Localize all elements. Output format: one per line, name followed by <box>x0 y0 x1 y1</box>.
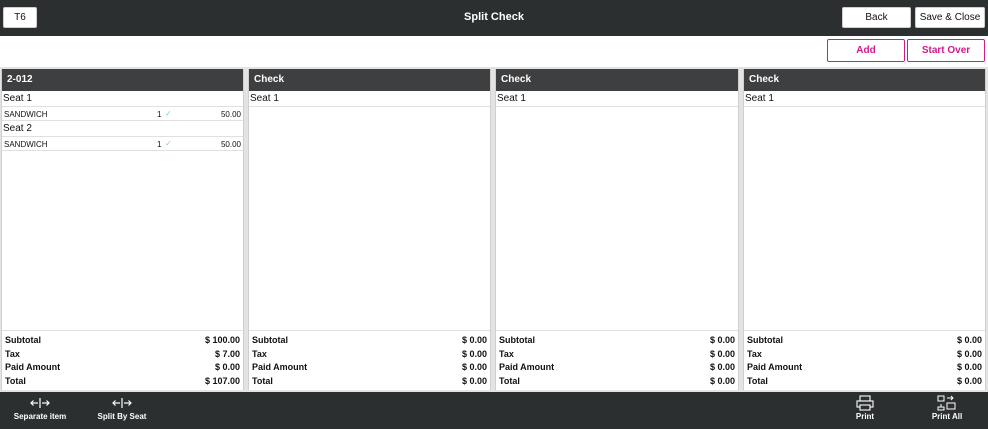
subtotal-row: Subtotal $ 0.00 <box>744 334 985 348</box>
total-row: Total $ 0.00 <box>249 375 490 389</box>
print-all-icon <box>937 394 957 411</box>
item-name: SANDWICH <box>4 140 48 149</box>
list-item[interactable]: SANDWICH 1 ✓ 50.00 <box>2 137 243 151</box>
paid-amount-row: Paid Amount $ 0.00 <box>2 361 243 375</box>
total-value: $ 0.00 <box>956 375 982 386</box>
print-button[interactable]: Print <box>845 394 885 427</box>
subtotal-value: $ 0.00 <box>461 335 487 345</box>
printer-icon <box>856 394 874 411</box>
checks-area: 2-012 Seat 1 SANDWICH 1 ✓ 50.00 Seat 2 S… <box>0 67 988 392</box>
total-value: $ 0.00 <box>709 375 735 386</box>
paid-amount-value: $ 0.00 <box>956 362 982 372</box>
tax-row: Tax $ 0.00 <box>496 348 738 362</box>
paid-amount-label: Paid Amount <box>747 362 803 372</box>
print-all-label: Print All <box>931 412 963 421</box>
split-by-seat-button[interactable]: Split By Seat <box>94 394 150 427</box>
seat-label[interactable]: Seat 1 <box>249 91 490 107</box>
paid-amount-value: $ 0.00 <box>709 362 735 372</box>
bottom-toolbar: Separate item Split By Seat Print Print … <box>0 392 988 429</box>
paid-amount-row: Paid Amount $ 0.00 <box>249 361 490 375</box>
back-button[interactable]: Back <box>842 7 911 28</box>
subtotal-label: Subtotal <box>499 335 535 345</box>
tax-row: Tax $ 0.00 <box>744 348 985 362</box>
action-row: Add Start Over <box>0 36 988 67</box>
subtotal-row: Subtotal $ 100.00 <box>2 334 243 348</box>
item-price: 50.00 <box>220 110 241 119</box>
subtotal-row: Subtotal $ 0.00 <box>249 334 490 348</box>
tax-label: Tax <box>252 348 267 359</box>
paid-amount-row: Paid Amount $ 0.00 <box>496 361 738 375</box>
tax-label: Tax <box>747 348 762 359</box>
subtotal-row: Subtotal $ 0.00 <box>496 334 738 348</box>
check-header: Check <box>496 69 738 91</box>
item-quantity: 1 <box>157 140 162 149</box>
check-mark-icon: ✓ <box>165 139 172 148</box>
tax-value: $ 0.00 <box>709 348 735 359</box>
separate-item-button[interactable]: Separate item <box>10 394 70 427</box>
check-mark-icon: ✓ <box>165 109 172 118</box>
seat-label[interactable]: Seat 2 <box>2 121 243 137</box>
check-panel[interactable]: Check Seat 1 Subtotal $ 0.00 Tax $ 0.00 … <box>743 69 986 390</box>
totals-section: Subtotal $ 0.00 Tax $ 0.00 Paid Amount $… <box>249 330 490 388</box>
total-label: Total <box>252 375 273 386</box>
check-panel[interactable]: Check Seat 1 Subtotal $ 0.00 Tax $ 0.00 … <box>495 69 739 390</box>
item-quantity: 1 <box>157 110 162 119</box>
check-header: 2-012 <box>2 69 243 91</box>
subtotal-value: $ 0.00 <box>709 335 735 345</box>
total-label: Total <box>747 375 768 386</box>
seat-label[interactable]: Seat 1 <box>744 91 985 107</box>
paid-amount-label: Paid Amount <box>252 362 308 372</box>
tax-label: Tax <box>499 348 514 359</box>
tax-label: Tax <box>5 348 20 359</box>
total-row: Total $ 107.00 <box>2 375 243 389</box>
paid-amount-label: Paid Amount <box>5 362 61 372</box>
total-row: Total $ 0.00 <box>744 375 985 389</box>
split-arrows-icon <box>112 394 132 411</box>
subtotal-label: Subtotal <box>5 335 41 345</box>
split-by-seat-label: Split By Seat <box>97 412 147 421</box>
page-title: Split Check <box>464 11 524 23</box>
seat-label[interactable]: Seat 1 <box>496 91 738 107</box>
subtotal-label: Subtotal <box>747 335 783 345</box>
check-header: Check <box>744 69 985 91</box>
paid-amount-row: Paid Amount $ 0.00 <box>744 361 985 375</box>
table-button[interactable]: T6 <box>3 7 37 28</box>
paid-amount-label: Paid Amount <box>499 362 555 372</box>
totals-section: Subtotal $ 100.00 Tax $ 7.00 Paid Amount… <box>2 330 243 388</box>
total-label: Total <box>499 375 520 386</box>
top-bar: T6 Split Check Back Save & Close <box>0 0 988 36</box>
total-value: $ 107.00 <box>204 375 240 386</box>
item-price: 50.00 <box>220 140 241 149</box>
print-label: Print <box>855 412 875 421</box>
tax-row: Tax $ 0.00 <box>249 348 490 362</box>
paid-amount-value: $ 0.00 <box>214 362 240 372</box>
totals-section: Subtotal $ 0.00 Tax $ 0.00 Paid Amount $… <box>496 330 738 388</box>
check-header: Check <box>249 69 490 91</box>
tax-row: Tax $ 7.00 <box>2 348 243 362</box>
print-all-button[interactable]: Print All <box>925 394 969 427</box>
subtotal-value: $ 0.00 <box>956 335 982 345</box>
list-item[interactable]: SANDWICH 1 ✓ 50.00 <box>2 107 243 121</box>
split-arrows-icon <box>30 394 50 411</box>
total-value: $ 0.00 <box>461 375 487 386</box>
item-name: SANDWICH <box>4 110 48 119</box>
seat-label[interactable]: Seat 1 <box>2 91 243 107</box>
subtotal-value: $ 100.00 <box>204 335 240 345</box>
total-label: Total <box>5 375 26 386</box>
add-check-button[interactable]: Add <box>827 39 905 62</box>
total-row: Total $ 0.00 <box>496 375 738 389</box>
tax-value: $ 0.00 <box>956 348 982 359</box>
check-panel[interactable]: 2-012 Seat 1 SANDWICH 1 ✓ 50.00 Seat 2 S… <box>1 69 244 390</box>
subtotal-label: Subtotal <box>252 335 288 345</box>
tax-value: $ 0.00 <box>461 348 487 359</box>
totals-section: Subtotal $ 0.00 Tax $ 0.00 Paid Amount $… <box>744 330 985 388</box>
separate-item-label: Separate item <box>13 412 67 421</box>
tax-value: $ 7.00 <box>214 348 240 359</box>
save-close-button[interactable]: Save & Close <box>915 7 985 28</box>
check-panel[interactable]: Check Seat 1 Subtotal $ 0.00 Tax $ 0.00 … <box>248 69 491 390</box>
paid-amount-value: $ 0.00 <box>461 362 487 372</box>
start-over-button[interactable]: Start Over <box>907 39 985 62</box>
